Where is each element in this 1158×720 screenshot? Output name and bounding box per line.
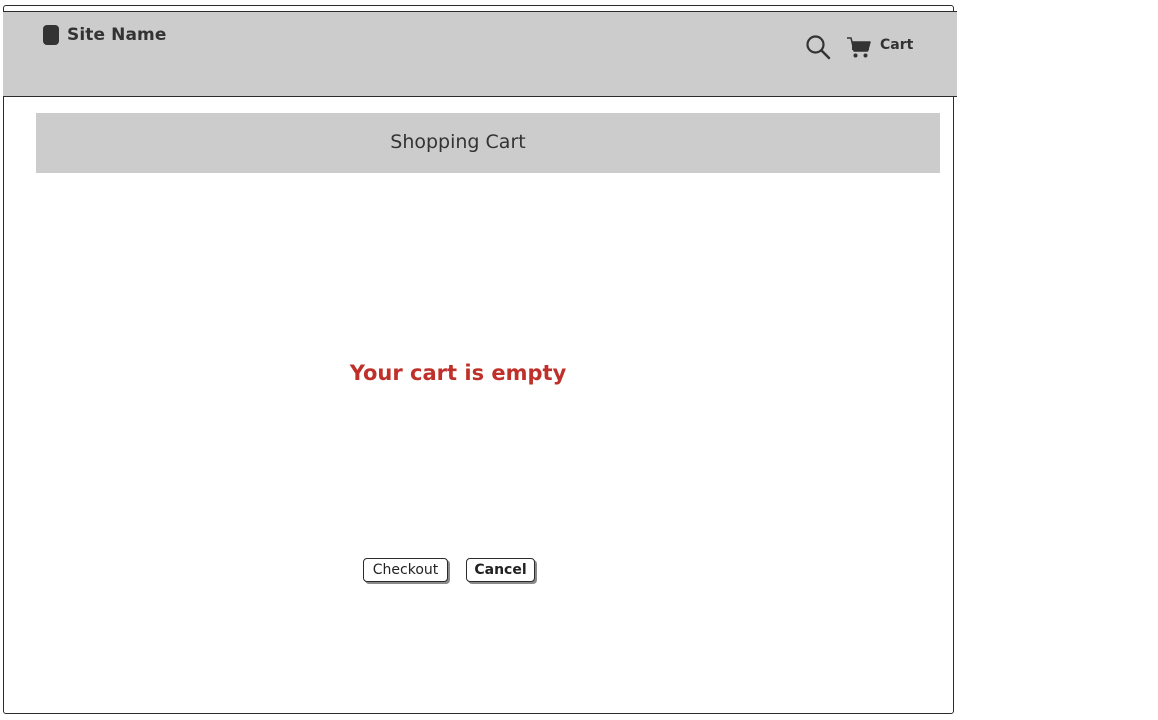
logo-icon[interactable]	[43, 25, 59, 45]
empty-cart-message: Your cart is empty	[349, 361, 567, 385]
cart-link[interactable]: Cart	[880, 37, 913, 53]
search-icon[interactable]	[805, 34, 831, 60]
page-title: Shopping Cart	[390, 131, 526, 153]
page-title-bar: Shopping Cart	[36, 113, 940, 173]
cart-icon[interactable]	[846, 34, 872, 60]
cancel-button[interactable]: Cancel	[466, 558, 535, 582]
checkout-button[interactable]: Checkout	[363, 558, 448, 582]
site-name[interactable]: Site Name	[67, 25, 167, 45]
browser-window	[3, 5, 954, 714]
